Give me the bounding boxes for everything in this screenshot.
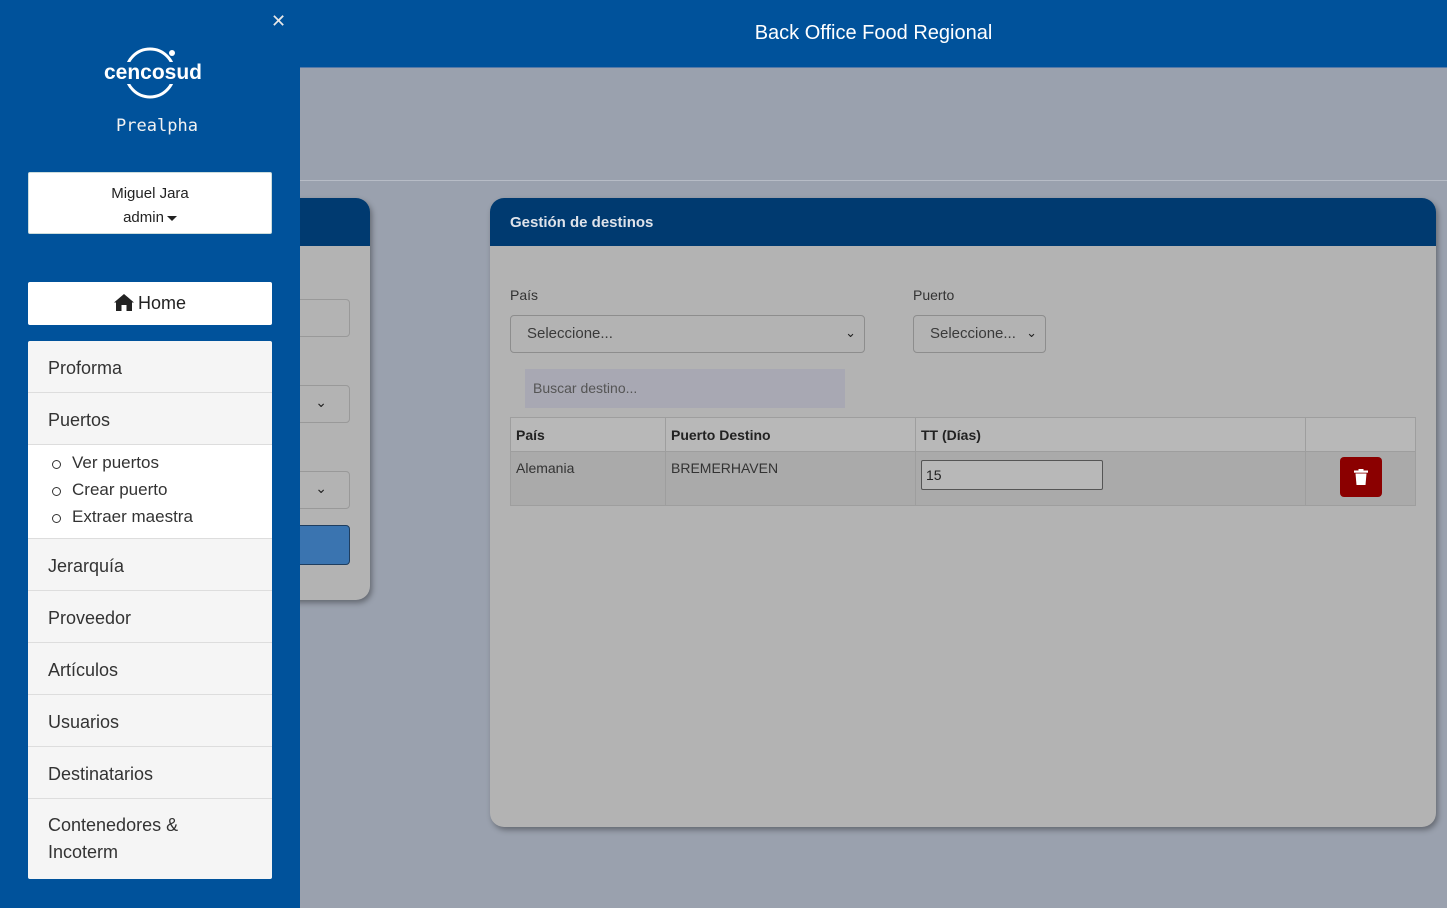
column-header-tt: TT (Días) (915, 417, 1306, 452)
sidebar-item-articulos[interactable]: Artículos (28, 643, 272, 695)
caret-down-icon (166, 215, 177, 221)
sidebar-item-contenedores[interactable]: Contenedores & Incoterm (28, 799, 272, 879)
logo-text: cencosud (104, 61, 202, 84)
chevron-down-icon: ⌄ (315, 481, 327, 497)
puerto-label: Puerto (913, 287, 955, 303)
cell-puerto-destino: BREMERHAVEN (665, 451, 916, 506)
column-header-actions (1305, 417, 1416, 452)
delete-button[interactable] (1339, 457, 1382, 497)
sidebar-item-usuarios[interactable]: Usuarios (28, 695, 272, 747)
sidebar-item-destinatarios[interactable]: Destinatarios (28, 747, 272, 799)
sidebar: ✕ cencosud Prealpha Miguel Jara admin Ho… (0, 0, 300, 908)
puerto-select[interactable]: Seleccione... ⌄ (913, 315, 1046, 353)
close-icon[interactable]: ✕ (271, 11, 286, 32)
destinos-card-title: Gestión de destinos (490, 198, 1436, 246)
submenu-item-crear-puerto[interactable]: Crear puerto (28, 480, 272, 507)
sidebar-item-puertos[interactable]: Puertos (28, 393, 272, 445)
sidebar-menu: Proforma Puertos Ver puertos Crear puert… (28, 341, 272, 879)
environment-label: Prealpha (116, 116, 198, 136)
home-label: Home (137, 293, 186, 313)
chevron-down-icon: ⌄ (1026, 325, 1037, 340)
app-title: Back Office Food Regional (754, 22, 993, 44)
sidebar-item-proforma[interactable]: Proforma (28, 341, 272, 393)
user-role: admin (123, 209, 164, 226)
destinos-card: Gestión de destinos País Seleccione... ⌄… (490, 198, 1436, 827)
cell-tt (915, 451, 1306, 506)
submenu-item-extraer-maestra[interactable]: Extraer maestra (28, 507, 272, 534)
cell-pais: Alemania (510, 451, 666, 506)
submenu-item-ver-puertos[interactable]: Ver puertos (28, 453, 272, 480)
pais-select[interactable]: Seleccione... ⌄ (510, 315, 865, 353)
sidebar-item-proveedor[interactable]: Proveedor (28, 591, 272, 643)
puerto-select-value: Seleccione... (930, 325, 1016, 342)
cencosud-logo: cencosud (98, 47, 208, 99)
trash-icon (1353, 469, 1368, 485)
user-role-dropdown[interactable]: admin (29, 206, 271, 230)
pais-select-value: Seleccione... (527, 325, 613, 342)
cell-actions (1305, 451, 1416, 506)
column-header-puerto-destino: Puerto Destino (665, 417, 916, 452)
table-header-row: País Puerto Destino TT (Días) (510, 417, 1416, 452)
chevron-down-icon: ⌄ (845, 325, 856, 340)
chevron-down-icon: ⌄ (315, 395, 327, 411)
divider (300, 180, 1447, 181)
home-button[interactable]: Home (28, 282, 272, 325)
destinos-table: País Puerto Destino TT (Días) Alemania B… (510, 417, 1416, 506)
column-header-pais: País (510, 417, 666, 452)
user-menu[interactable]: Miguel Jara admin (28, 172, 272, 234)
home-icon (113, 294, 134, 311)
table-row: Alemania BREMERHAVEN (510, 451, 1416, 506)
sidebar-item-jerarquia[interactable]: Jerarquía (28, 539, 272, 591)
puertos-submenu: Ver puertos Crear puerto Extraer maestra (28, 445, 272, 539)
search-destino-input[interactable]: Buscar destino... (525, 369, 845, 408)
tt-input[interactable] (921, 460, 1103, 490)
user-name: Miguel Jara (111, 185, 189, 202)
pais-label: País (510, 287, 539, 303)
